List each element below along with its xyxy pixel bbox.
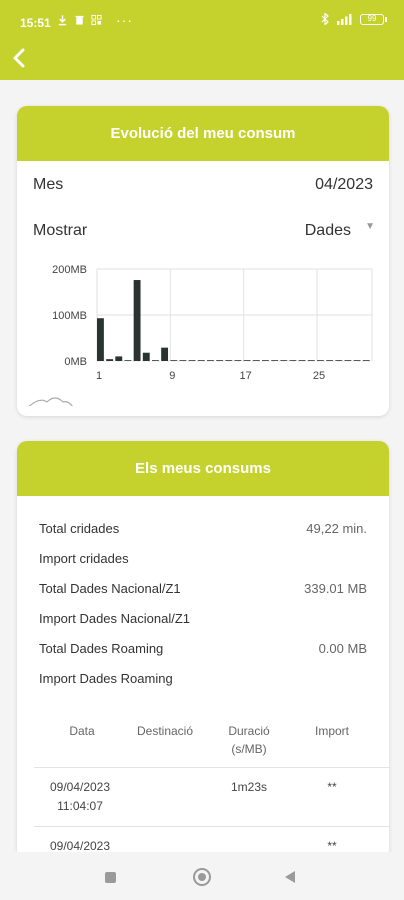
stat-row: Total Dades Nacional/Z1 339.01 MB <box>39 581 367 596</box>
chart-bar <box>326 360 334 361</box>
chart-bar <box>97 318 104 361</box>
card-title: Evolució del meu consum <box>17 106 389 161</box>
notification-icons <box>57 14 102 26</box>
column-header-date: Data <box>69 724 95 738</box>
stat-row: Import cridades <box>39 551 367 566</box>
chart-bar <box>262 360 269 361</box>
chart-bar <box>188 360 196 361</box>
chart-bar <box>124 360 132 361</box>
card-title: Els meus consums <box>17 441 389 496</box>
row-date-day: 09/04/2023 <box>49 839 111 853</box>
month-label: Mes <box>33 176 64 193</box>
stat-label: Import Dades Nacional/Z1 <box>39 611 191 626</box>
chart-bar <box>317 360 324 361</box>
stat-row: Total cridades 49,22 min. <box>39 521 367 536</box>
chart-bar <box>335 360 343 361</box>
chart-bar <box>161 347 169 361</box>
chart-bar <box>133 280 141 361</box>
y-tick-label: 0MB <box>64 356 87 368</box>
duration-header-line2: (s/MB) <box>231 742 267 756</box>
stat-value: 339.01 MB <box>304 581 367 596</box>
battery-icon: 99 <box>360 13 387 25</box>
row-duration: 1m23s <box>230 780 268 794</box>
back-arrow-icon[interactable] <box>8 44 32 72</box>
chart-bar <box>179 360 187 361</box>
qr-icon <box>91 14 102 26</box>
chart-bar <box>106 359 114 361</box>
chart-bar <box>344 360 352 361</box>
recents-button[interactable] <box>105 872 116 883</box>
row-divider <box>34 767 389 768</box>
x-tick-label: 25 <box>313 370 325 382</box>
stat-label: Total Dades Nacional/Z1 <box>39 581 181 596</box>
x-tick-label: 17 <box>240 370 252 382</box>
chart-bar <box>252 360 260 361</box>
chevron-down-icon[interactable]: ▼ <box>365 221 375 232</box>
show-select[interactable]: Dades <box>305 222 351 240</box>
row-import: ** <box>327 780 337 794</box>
app-bar <box>0 44 404 80</box>
stat-label: Import Dades Roaming <box>39 671 173 686</box>
show-row[interactable]: Mostrar Dades ▼ <box>33 221 375 240</box>
row-date-day: 09/04/2023 <box>49 780 111 794</box>
status-bar: 15:51 ··· 99 <box>0 0 404 44</box>
stat-row: Import Dades Nacional/Z1 <box>39 611 367 626</box>
stat-label: Total cridades <box>39 521 120 536</box>
mini-chart-icon <box>28 397 73 406</box>
chart-bar <box>234 360 242 361</box>
stat-value: 0.00 MB <box>318 641 367 656</box>
y-tick-label: 200MB <box>52 264 87 276</box>
stat-row: Total Dades Roaming 0.00 MB <box>39 641 367 656</box>
x-tick-label: 9 <box>169 370 175 382</box>
column-header-import: Import <box>314 724 349 738</box>
chart-bar <box>271 360 279 361</box>
column-header-destination: Destinació <box>136 724 194 738</box>
chart-bar <box>115 356 123 361</box>
chart-bar <box>362 360 370 361</box>
bluetooth-icon <box>321 13 329 25</box>
home-button[interactable] <box>193 868 211 886</box>
row-date: 09/04/2023 11:04:07 <box>40 778 120 816</box>
stat-label: Total Dades Roaming <box>39 641 164 656</box>
chart-bar <box>298 360 306 361</box>
chart-bar <box>353 360 361 361</box>
chart-bar <box>225 360 233 361</box>
back-button[interactable] <box>285 871 295 883</box>
y-tick-label: 100MB <box>52 310 87 322</box>
consumption-evolution-card: Evolució del meu consum Mes 04/2023 Most… <box>17 106 389 416</box>
row-date-time: 11:04:07 <box>57 799 103 813</box>
chart-bar <box>280 360 288 361</box>
chart-bar <box>197 360 205 361</box>
show-label: Mostrar <box>33 222 88 239</box>
chart-bar <box>307 360 315 361</box>
row-divider <box>34 826 389 827</box>
stat-value: 49,22 min. <box>306 521 367 536</box>
system-navigation-bar <box>0 852 404 900</box>
stat-row: Import Dades Roaming <box>39 671 367 686</box>
trash-icon <box>75 15 84 25</box>
month-row[interactable]: Mes 04/2023 <box>33 176 373 194</box>
chart-bar <box>207 360 214 361</box>
signal-icon <box>337 14 352 25</box>
consumption-chart: 0MB 100MB 200MB 1 9 17 25 <box>28 264 373 406</box>
download-icon <box>58 15 67 26</box>
stat-label: Import cridades <box>39 551 129 566</box>
chart-bar <box>243 360 251 361</box>
chart-bar <box>289 360 297 361</box>
chart-bar <box>170 360 178 361</box>
status-time: 15:51 <box>20 16 51 30</box>
chart-bar <box>142 352 150 361</box>
column-header-duration: Duració (s/MB) <box>217 722 281 758</box>
month-value[interactable]: 04/2023 <box>315 176 373 194</box>
chart-bar <box>152 360 159 361</box>
chart-bar <box>216 360 224 361</box>
duration-header-line1: Duració <box>228 724 270 738</box>
x-tick-label: 1 <box>96 370 102 382</box>
more-notifications-icon: ··· <box>116 12 133 28</box>
